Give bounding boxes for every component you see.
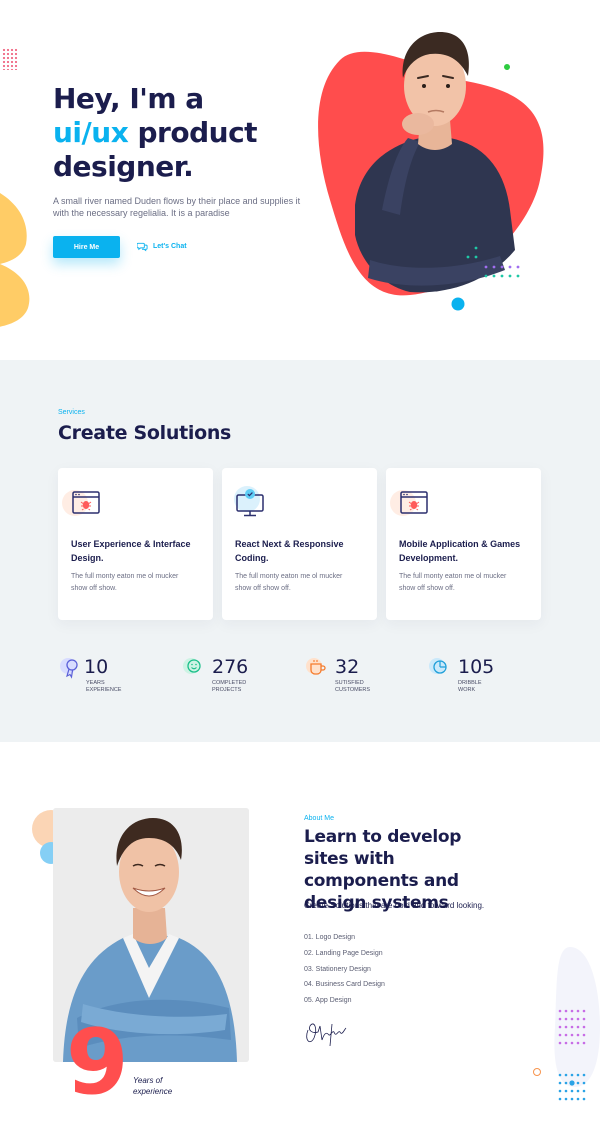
list-item: 05. App Design <box>304 997 352 1005</box>
stat-label-line1: Years <box>86 680 105 686</box>
list-item: 01. Logo Design <box>304 934 355 941</box>
stat-label-line1: Completed <box>212 680 247 686</box>
hero-portrait-illustration <box>318 32 544 311</box>
service-card-title: React Next & Responsive Coding. <box>235 539 344 563</box>
page: Hey, I'm a ui/ux product designer. A sma… <box>0 0 600 1122</box>
about-section: 9 Years of experience About Me Learn to … <box>0 742 600 1122</box>
hero-section: Hey, I'm a ui/ux product designer. A sma… <box>0 0 600 360</box>
smile-icon <box>183 658 201 674</box>
stat-label: Years Experience <box>86 680 146 694</box>
years-experience-label: Years of experience <box>133 1075 172 1097</box>
service-card-text: The full monty eaton me ol mucker show o… <box>71 573 179 592</box>
service-card[interactable]: User Experience & Interface Design. The … <box>58 468 213 620</box>
stat-label-line1: Sutisfied <box>335 680 364 686</box>
list-item: 03. Stationery Design <box>304 965 371 973</box>
stat-label-line2: Customers <box>335 687 371 693</box>
stat-number: 10 <box>84 656 109 678</box>
stat-label-line2: Projects <box>212 687 242 693</box>
decorative-dots-right <box>533 947 600 1101</box>
hero-title-line3: designer. <box>53 150 194 183</box>
browser-bug-icon <box>400 491 428 514</box>
list-item: 02. Landing Page Design <box>304 949 383 957</box>
stat-label: Completed Projects <box>212 680 272 694</box>
service-card[interactable]: React Next & Responsive Coding. The full… <box>222 468 377 620</box>
about-services-list: 01. Logo Design 02. Landing Page Design … <box>304 930 385 1009</box>
lets-chat-label: Let's Chat <box>153 243 187 250</box>
service-card-title: Mobile Application & Games Development. <box>399 539 521 563</box>
about-subtitle: Create Solutions that are bold and forwa… <box>304 901 485 910</box>
years-big-number: 9 <box>66 1010 129 1115</box>
hero-title-line2: product <box>128 116 258 149</box>
hero-description: A small river named Duden flows by their… <box>53 196 301 218</box>
lets-chat-link[interactable]: Let's Chat <box>137 241 187 252</box>
years-line2: experience <box>133 1087 173 1096</box>
stat-label: Dribble Work <box>458 680 518 694</box>
coffee-cup-icon <box>306 658 326 675</box>
stat-label-line2: Experience <box>86 687 122 693</box>
service-card[interactable]: Mobile Application & Games Development. … <box>386 468 541 620</box>
about-kicker: About Me <box>304 815 334 822</box>
award-ribbon-icon <box>60 658 78 679</box>
hero-title: Hey, I'm a ui/ux product designer. <box>53 82 258 184</box>
monitor-check-icon <box>236 489 264 517</box>
services-kicker: Services <box>58 409 85 416</box>
stat-number: 276 <box>212 656 249 678</box>
services-section: Services Create Solutions User Experienc… <box>0 360 600 742</box>
years-line1: Years of <box>133 1076 163 1085</box>
browser-bug-icon <box>72 491 100 514</box>
stat-number: 105 <box>458 656 495 678</box>
services-title: Create Solutions <box>58 422 232 444</box>
decorative-dot-grid <box>2 48 18 70</box>
decorative-yellow-blob <box>0 193 30 327</box>
hero-title-accent: ui/ux <box>53 116 129 149</box>
hero-title-line1: Hey, I'm a <box>53 82 204 115</box>
stat-label-line1: Dribble <box>458 680 482 686</box>
stat-label: Sutisfied Customers <box>335 680 395 694</box>
service-card-title: User Experience & Interface Design. <box>71 539 191 563</box>
service-card-text: The full monty eaton me ol mucker show o… <box>235 573 343 592</box>
stat-number: 32 <box>335 656 360 678</box>
pie-chart-icon <box>429 658 447 674</box>
stat-label-line2: Work <box>458 687 476 693</box>
list-item: 04. Business Card Design <box>304 981 385 989</box>
chat-bubbles-icon <box>137 242 148 252</box>
service-card-text: The full monty eaton me ol mucker show o… <box>399 573 507 592</box>
signature-image <box>306 1023 347 1047</box>
hire-me-button[interactable]: Hire Me <box>53 236 120 258</box>
